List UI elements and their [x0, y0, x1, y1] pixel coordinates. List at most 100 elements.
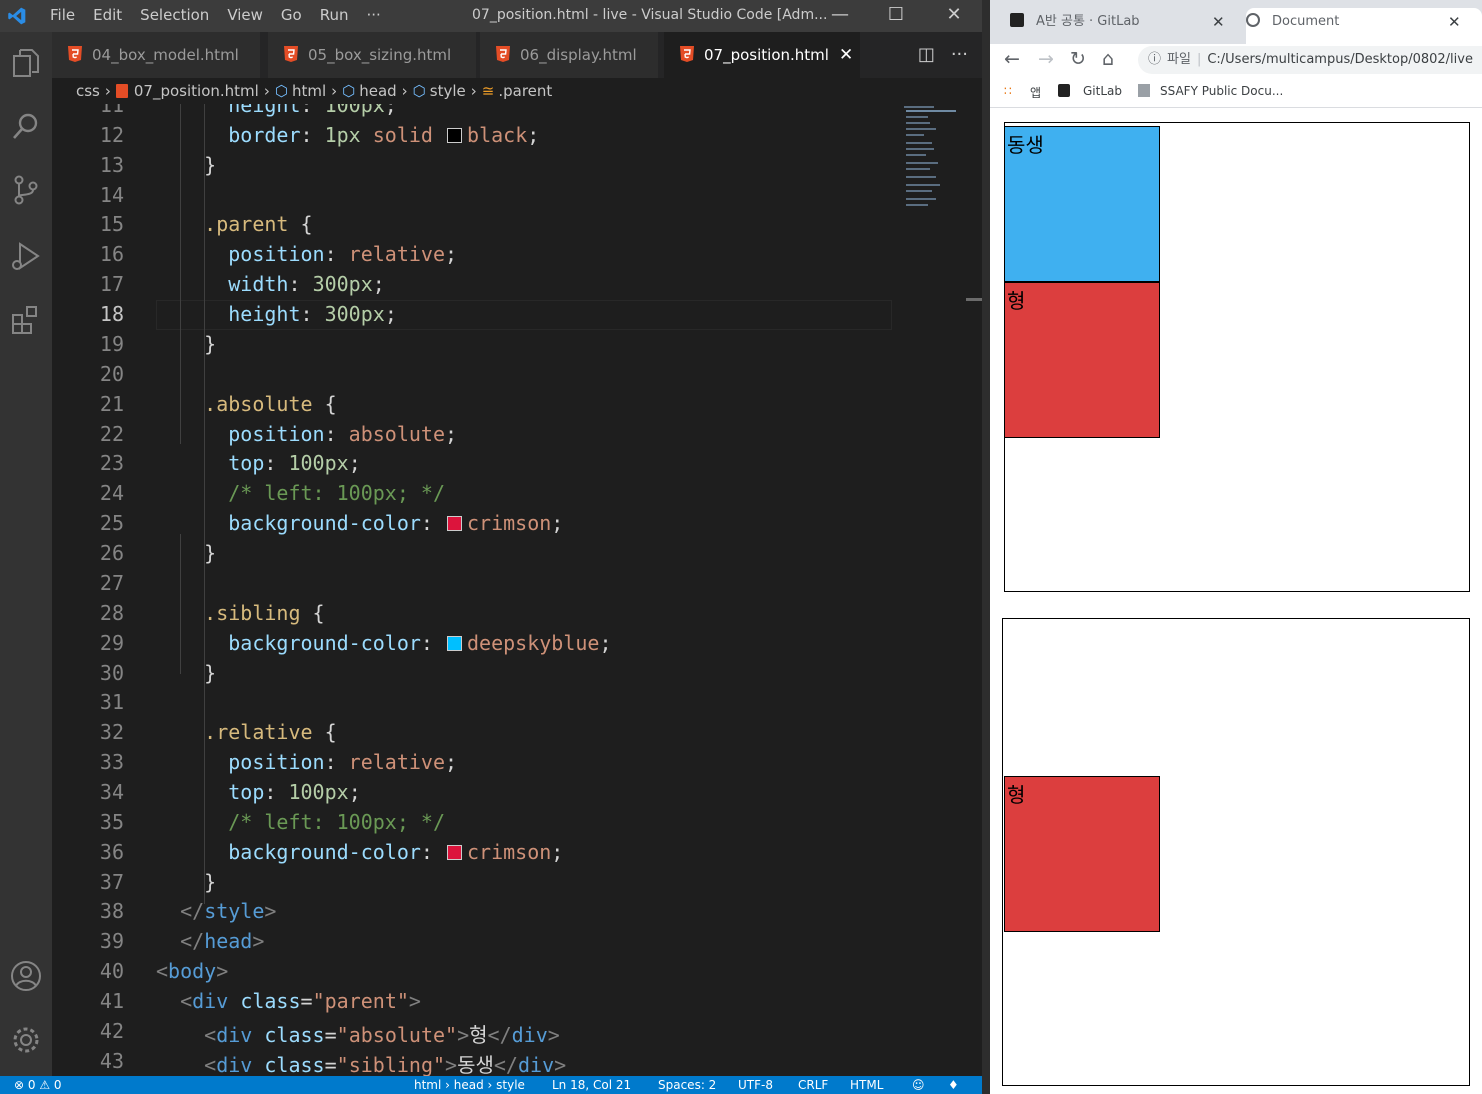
- code-line: }: [204, 660, 217, 685]
- code-line: background-color: deepskyblue;: [228, 630, 612, 655]
- split-editor-icon[interactable]: ◫: [918, 44, 935, 65]
- breadcrumb-style[interactable]: style: [430, 82, 466, 100]
- relative-box: 형: [1004, 776, 1160, 932]
- line-number: 36: [99, 839, 124, 864]
- cursor-position[interactable]: Ln 18, Col 21: [552, 1076, 631, 1094]
- menu-edit[interactable]: Edit: [93, 6, 122, 24]
- address-bar: ← → ↻ ⌂ ⓘ 파일 | C:/Users/multicampus/Desktop…: [990, 44, 1482, 76]
- breadcrumb-head[interactable]: head: [359, 82, 396, 100]
- document-icon: [1138, 84, 1150, 97]
- menu-go[interactable]: Go: [281, 6, 302, 24]
- cube-icon: ⬡: [412, 82, 426, 100]
- breadcrumb-html[interactable]: html: [292, 82, 326, 100]
- account-icon[interactable]: [8, 958, 44, 994]
- line-ending[interactable]: CRLF: [798, 1076, 828, 1094]
- vscode-logo-icon: [8, 7, 26, 25]
- browser-window: A반 공통 · GitLab ✕ Document ✕ ← → ↻ ⌂ ⓘ 파일 |…: [990, 0, 1482, 1094]
- back-arrow-icon[interactable]: ←: [1004, 48, 1020, 70]
- search-icon[interactable]: [8, 108, 44, 144]
- menu-bar: File Edit Selection View Go Run ···: [50, 6, 381, 24]
- code-line: background-color: crimson;: [228, 839, 564, 864]
- status-breadcrumb[interactable]: html › head › style: [414, 1076, 525, 1094]
- menu-selection[interactable]: Selection: [140, 6, 209, 24]
- settings-gear-icon[interactable]: [8, 1022, 44, 1058]
- line-number: 17: [99, 272, 124, 297]
- menu-more[interactable]: ···: [367, 6, 381, 24]
- apps-grid-icon[interactable]: ∷: [1004, 84, 1012, 98]
- title-bar: File Edit Selection View Go Run ··· 07_p…: [0, 0, 982, 32]
- close-tab-icon[interactable]: ✕: [1448, 8, 1461, 36]
- line-number: 43: [99, 1048, 124, 1073]
- line-number: 15: [99, 212, 124, 237]
- tab-actions: ◫ ···: [918, 44, 968, 65]
- bookmark-apps[interactable]: 앱: [1030, 84, 1041, 101]
- home-icon[interactable]: ⌂: [1102, 48, 1114, 70]
- code-line: .sibling {: [204, 600, 325, 625]
- breadcrumb-folder[interactable]: css: [76, 82, 100, 100]
- breadcrumb-file[interactable]: 07_position.html: [134, 82, 259, 100]
- code-line: .absolute {: [204, 391, 337, 416]
- reload-icon[interactable]: ↻: [1070, 48, 1086, 70]
- menu-run[interactable]: Run: [320, 6, 349, 24]
- line-number: 14: [99, 182, 124, 207]
- bookmark-gitlab[interactable]: GitLab: [1083, 84, 1122, 98]
- color-swatch[interactable]: [447, 844, 462, 860]
- html5-file-icon: [496, 46, 510, 62]
- code-line: background-color: crimson;: [228, 511, 564, 536]
- color-swatch[interactable]: [447, 635, 462, 651]
- line-number: 34: [99, 780, 124, 804]
- cube-icon: ⬡: [274, 82, 288, 100]
- code-line: height: 100px;: [228, 104, 397, 117]
- code-line: }: [204, 152, 217, 177]
- css-selector-icon: ≅: [481, 82, 495, 100]
- line-number: 30: [99, 660, 124, 685]
- scrollbar-marker[interactable]: [966, 298, 982, 301]
- encoding[interactable]: UTF-8: [738, 1076, 773, 1094]
- site-info-icon[interactable]: ⓘ: [1148, 52, 1161, 67]
- extensions-icon[interactable]: [8, 302, 44, 338]
- color-swatch[interactable]: [447, 516, 462, 532]
- language-mode[interactable]: HTML: [850, 1076, 883, 1094]
- indentation[interactable]: Spaces: 2: [658, 1076, 716, 1094]
- tab-04-box-model[interactable]: 04_box_model.html: [52, 32, 260, 78]
- browser-tab-document[interactable]: Document ✕: [1246, 8, 1482, 44]
- window-title: 07_position.html - live - Visual Studio …: [472, 7, 828, 23]
- forward-arrow-icon[interactable]: →: [1038, 48, 1054, 70]
- browser-tab-gitlab[interactable]: A반 공통 · GitLab ✕: [1010, 8, 1240, 44]
- line-number: 42: [99, 1018, 124, 1043]
- line-number: 40: [99, 959, 124, 984]
- breadcrumb-parent[interactable]: .parent: [498, 82, 552, 100]
- close-tab-icon[interactable]: ✕: [839, 45, 853, 65]
- problems-indicator[interactable]: ⊗ 0 ⚠ 0: [14, 1076, 62, 1094]
- line-number: 24: [99, 481, 124, 506]
- menu-file[interactable]: File: [50, 6, 75, 24]
- html5-file-icon: [68, 46, 82, 62]
- close-window-icon[interactable]: ✕: [934, 0, 974, 32]
- indent-guide: [180, 534, 181, 674]
- minimap[interactable]: [892, 104, 982, 1076]
- bookmark-ssafy[interactable]: SSAFY Public Docu...: [1160, 84, 1283, 98]
- color-swatch[interactable]: [447, 127, 463, 143]
- tab-05-box-sizing[interactable]: 05_box_sizing.html: [268, 32, 476, 78]
- source-control-icon[interactable]: [8, 172, 44, 208]
- notifications-bell-icon[interactable]: ♦: [948, 1076, 959, 1094]
- menu-view[interactable]: View: [227, 6, 263, 24]
- url-input[interactable]: ⓘ 파일 | C:/Users/multicampus/Desktop/0802/li…: [1138, 46, 1482, 74]
- feedback-icon[interactable]: ☺: [912, 1076, 925, 1094]
- tab-06-display[interactable]: 06_display.html: [480, 32, 658, 78]
- close-tab-icon[interactable]: ✕: [1212, 8, 1225, 36]
- explorer-icon[interactable]: [8, 44, 44, 80]
- current-line-highlight: [156, 300, 892, 331]
- minimize-icon[interactable]: —: [820, 0, 860, 32]
- tab-label: 04_box_model.html: [92, 46, 239, 64]
- more-actions-icon[interactable]: ···: [951, 44, 968, 65]
- maximize-icon[interactable]: ☐: [876, 0, 916, 32]
- run-debug-icon[interactable]: [8, 238, 44, 274]
- tab-07-position[interactable]: 07_position.html ✕: [664, 32, 860, 78]
- code-editor[interactable]: 11 height: 100px; 12 border: 1px solid bl…: [52, 104, 892, 1076]
- line-number: 39: [99, 929, 124, 954]
- line-number: 28: [99, 600, 124, 625]
- gitlab-favicon-icon: [1010, 13, 1024, 27]
- line-number: 16: [99, 242, 124, 267]
